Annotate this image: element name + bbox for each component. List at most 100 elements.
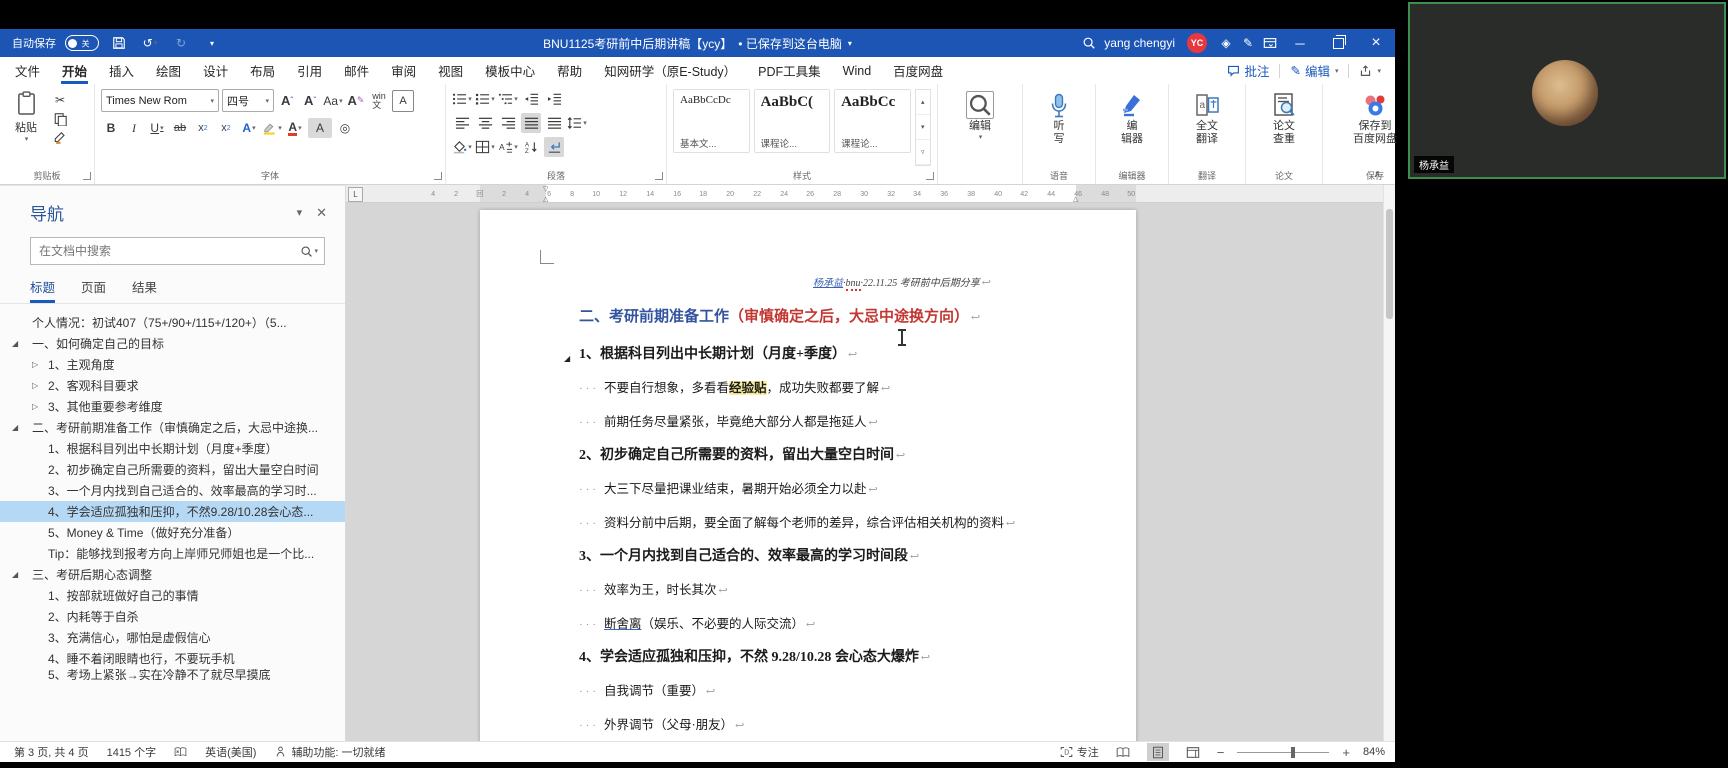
- editing-mode-button[interactable]: ✎ 编辑 ▾: [1290, 61, 1338, 80]
- show-formatting-marks-button[interactable]: [544, 137, 564, 157]
- copy-button[interactable]: [50, 110, 70, 127]
- nav-collapsed-triangle-icon[interactable]: ▷: [32, 381, 48, 390]
- highlight-color-button[interactable]: ▾: [262, 118, 282, 138]
- comments-button[interactable]: 批注: [1227, 61, 1269, 80]
- nav-item[interactable]: 4、学会适应孤独和压抑，不然9.28/10.28会心态...: [0, 501, 345, 522]
- italic-button[interactable]: I: [124, 118, 144, 138]
- translate-button[interactable]: 全文 翻译: [1184, 89, 1230, 146]
- borders-button[interactable]: ▾: [475, 137, 495, 157]
- nav-item[interactable]: 5、考场上紧张→实在冷静不了就尽早摸底: [0, 669, 345, 680]
- bullets-button[interactable]: ▾: [452, 89, 472, 109]
- grow-font-button[interactable]: Aˆ: [277, 91, 297, 111]
- dictate-button[interactable]: 听 写: [1036, 89, 1082, 146]
- accessibility-status[interactable]: 辅助功能: 一切就绪: [274, 744, 385, 760]
- increase-indent-button[interactable]: [544, 89, 564, 109]
- clear-formatting-button[interactable]: A✎: [346, 91, 366, 111]
- strikethrough-button[interactable]: ab: [170, 118, 190, 138]
- inking-pen-icon[interactable]: ✎: [1237, 32, 1259, 54]
- menu-tab[interactable]: 设计: [192, 57, 239, 84]
- character-shading-button[interactable]: A: [308, 118, 332, 138]
- print-layout-button[interactable]: [1147, 743, 1169, 761]
- web-layout-button[interactable]: [1182, 743, 1204, 761]
- nav-tab-pages[interactable]: 页面: [81, 277, 106, 303]
- redo-button[interactable]: ↻: [170, 32, 192, 54]
- font-dialog-launcher[interactable]: [434, 172, 442, 180]
- nav-item[interactable]: ▷2、客观科目要求: [0, 375, 345, 396]
- find-edit-button[interactable]: 编辑 ▾: [957, 89, 1003, 141]
- nav-tab-results[interactable]: 结果: [132, 277, 157, 303]
- enclose-characters-button[interactable]: ◎: [335, 118, 355, 138]
- font-name-select[interactable]: Times New Rom▾: [101, 89, 219, 112]
- scrollbar-thumb[interactable]: [1386, 209, 1393, 319]
- phonetic-guide-button[interactable]: win文: [369, 91, 389, 111]
- search-button[interactable]: [1078, 32, 1100, 54]
- menu-tab[interactable]: 模板中心: [474, 57, 546, 84]
- style-card[interactable]: AaBbCcDc 基本文...: [673, 89, 750, 153]
- cut-button[interactable]: ✂: [50, 91, 70, 108]
- nav-collapsed-triangle-icon[interactable]: ▷: [32, 360, 48, 369]
- share-button[interactable]: ▾: [1359, 64, 1381, 77]
- menu-tab[interactable]: 开始: [51, 57, 98, 84]
- save-to-baidu-button[interactable]: 保存到 百度网盘: [1352, 89, 1398, 146]
- nav-expanded-triangle-icon[interactable]: ◢: [12, 339, 32, 348]
- zoom-out-button[interactable]: −: [1217, 745, 1225, 760]
- word-count[interactable]: 1415 个字: [107, 744, 157, 760]
- nav-item[interactable]: 个人情况：初试407（75+/90+/115+/120+）（5...: [0, 312, 345, 333]
- nav-item[interactable]: ◢二、考研前期准备工作（审慎确定之后，大忌中途换...: [0, 417, 345, 438]
- menu-tab[interactable]: 绘图: [145, 57, 192, 84]
- nav-item[interactable]: ◢一、如何确定自己的目标: [0, 333, 345, 354]
- menu-tab[interactable]: 百度网盘: [882, 57, 954, 84]
- horizontal-ruler[interactable]: 42回2468101214161820222426283032343638404…: [346, 185, 1384, 203]
- align-right-button[interactable]: [498, 113, 518, 133]
- menu-tab[interactable]: 知网研学（原E-Study）: [593, 57, 747, 84]
- nav-item[interactable]: 3、一个月内找到自己适合的、效率最高的学习时...: [0, 480, 345, 501]
- superscript-button[interactable]: x2: [216, 118, 236, 138]
- numbering-button[interactable]: ▾: [475, 89, 495, 109]
- restore-button[interactable]: [1319, 29, 1357, 57]
- style-card[interactable]: AaBbCc 课程论...: [834, 89, 911, 153]
- quick-access-menu-button[interactable]: ▾: [201, 32, 223, 54]
- nav-pane-options-button[interactable]: ▾: [297, 206, 303, 219]
- subscript-button[interactable]: x2: [193, 118, 213, 138]
- font-color-button[interactable]: A▾: [285, 118, 305, 138]
- vertical-scrollbar[interactable]: [1383, 185, 1395, 741]
- styles-dialog-launcher[interactable]: [926, 172, 934, 180]
- distribute-button[interactable]: [544, 113, 564, 133]
- justify-button[interactable]: [521, 113, 541, 133]
- menu-tab[interactable]: 文件: [4, 57, 51, 84]
- read-mode-button[interactable]: [1112, 743, 1134, 761]
- nav-expanded-triangle-icon[interactable]: ◢: [12, 570, 32, 579]
- underline-button[interactable]: U▾: [147, 118, 167, 138]
- shrink-font-button[interactable]: Aˇ: [300, 91, 320, 111]
- sort-button[interactable]: [521, 137, 541, 157]
- nav-search-input[interactable]: [37, 243, 300, 259]
- titlebar[interactable]: 自动保存 关 ↺▾ ↻ ▾ BNU1125考研前中后期讲稿【ycy】 • 已保存…: [0, 29, 1395, 57]
- first-line-indent-marker[interactable]: ▽: [543, 185, 548, 193]
- menu-tab[interactable]: 布局: [239, 57, 286, 84]
- menu-tab[interactable]: Wind: [832, 57, 882, 84]
- autosave-toggle[interactable]: 关: [65, 35, 99, 51]
- user-avatar[interactable]: YC: [1187, 33, 1207, 53]
- font-size-select[interactable]: 四号▾: [222, 89, 274, 112]
- nav-pane-close-button[interactable]: ✕: [316, 205, 327, 221]
- paragraph-dialog-launcher[interactable]: [655, 172, 663, 180]
- align-center-button[interactable]: [475, 113, 495, 133]
- undo-button[interactable]: ↺▾: [139, 32, 161, 54]
- menu-tab[interactable]: PDF工具集: [747, 57, 832, 84]
- shading-button[interactable]: ▾: [452, 137, 472, 157]
- zoom-in-button[interactable]: +: [1342, 745, 1350, 760]
- nav-item[interactable]: 3、充满信心，哪怕是虚假信心: [0, 627, 345, 648]
- clipboard-dialog-launcher[interactable]: [83, 172, 91, 180]
- premium-diamond-icon[interactable]: ◈: [1215, 32, 1237, 54]
- zoom-level[interactable]: 84%: [1363, 746, 1385, 758]
- menu-tab[interactable]: 审阅: [380, 57, 427, 84]
- menu-tab[interactable]: 帮助: [546, 57, 593, 84]
- menu-tab[interactable]: 引用: [286, 57, 333, 84]
- collapse-ribbon-button[interactable]: ∧: [1374, 169, 1381, 180]
- nav-item[interactable]: 5、Money & Time（做好充分准备）: [0, 522, 345, 543]
- nav-expanded-triangle-icon[interactable]: ◢: [12, 423, 32, 432]
- editor-button[interactable]: 编 辑器: [1109, 89, 1155, 146]
- page-indicator[interactable]: 第 3 页, 共 4 页: [14, 744, 89, 760]
- nav-item[interactable]: ◢三、考研后期心态调整: [0, 564, 345, 585]
- zoom-slider[interactable]: [1237, 752, 1329, 753]
